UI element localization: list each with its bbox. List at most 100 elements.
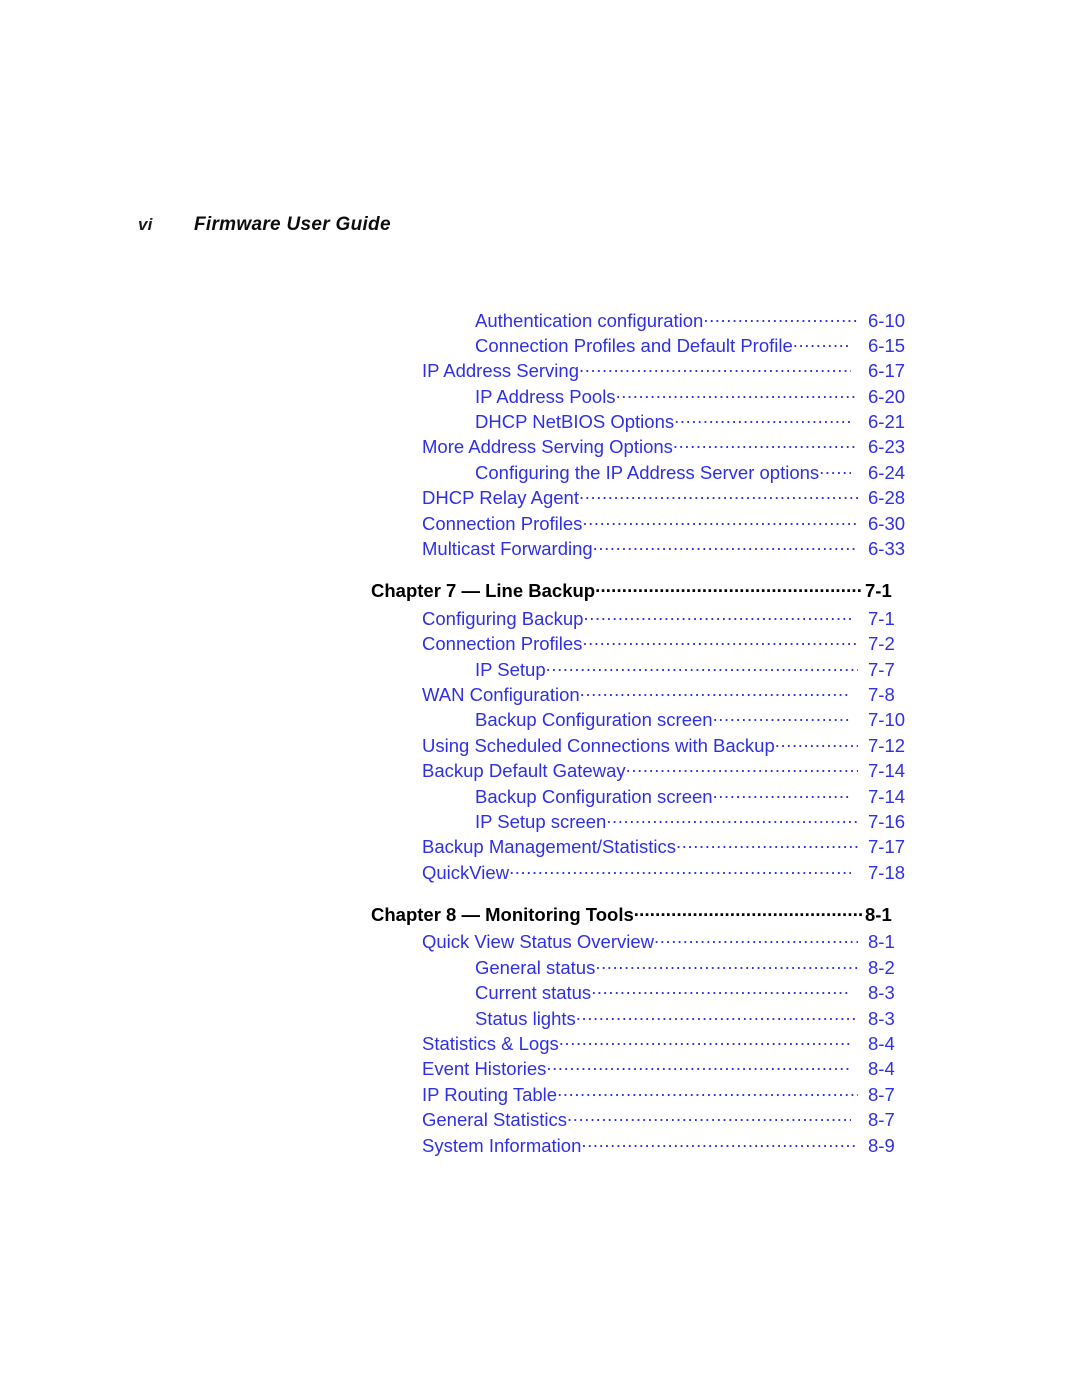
dot-leader [713,784,851,803]
toc-entry[interactable]: Status lights 8-3 [0,1006,910,1031]
toc-entry-label: General status [475,956,596,978]
toc-entry-list: Authentication configuration6-10Connecti… [0,308,910,1159]
toc-entry[interactable]: Multicast Forwarding 6-33 [0,537,910,562]
dot-leader [581,1133,858,1152]
toc-entry[interactable]: Current status 8-3 [0,981,910,1006]
toc-entry-label: DHCP Relay Agent [422,487,579,509]
toc-entry[interactable]: IP Setup 7-7 [0,657,910,682]
toc-entry-label: Connection Profiles [422,512,583,534]
toc-entry[interactable]: General Statistics 8-7 [0,1108,910,1133]
dot-leader [546,1057,851,1076]
toc-entry-label: QuickView [422,861,510,883]
dot-leader [676,835,858,854]
toc-entry-label: Connection Profiles [422,633,583,655]
dot-leader [713,708,851,727]
toc-entry-page-number: 6-20 [868,385,906,407]
toc-entry[interactable]: IP Routing Table 8-7 [0,1082,910,1107]
toc-entry[interactable]: Authentication configuration 6-10 [0,308,910,333]
toc-entry-page-number: 7-7 [868,658,895,680]
toc-entry-label: IP Address Serving [422,360,579,382]
page-header: vi Firmware User Guide [138,214,938,242]
toc-entry-label: Using Scheduled Connections with Backup [422,734,775,756]
dot-leader [674,410,851,429]
toc-entry[interactable]: QuickView 7-18 [0,860,910,885]
toc-entry-label: Backup Management/Statistics [422,836,676,858]
toc-entry-label: More Address Serving Options [422,436,673,458]
dot-leader [606,809,858,828]
toc-entry-label: Statistics & Logs [422,1033,559,1055]
toc-entry-page-number: 7-14 [868,760,906,782]
toc-entry-page-number: 7-14 [868,785,906,807]
toc-entry-label: Event Histories [422,1058,547,1080]
toc-entry[interactable]: DHCP NetBIOS Options 6-21 [0,410,910,435]
toc-entry-page-number: 7-1 [865,580,892,602]
toc-entry[interactable]: Backup Default Gateway 7-14 [0,759,910,784]
toc-entry[interactable]: Event Histories 8-4 [0,1057,910,1082]
dot-leader [775,733,858,752]
toc-entry[interactable]: Backup Management/Statistics 7-17 [0,835,910,860]
toc-chapter-entry[interactable]: Chapter 8 — Monitoring Tools 8-1 [0,903,910,928]
dot-leader [703,308,858,327]
toc-entry-page-number: 8-7 [868,1083,895,1105]
toc-entry-label: DHCP NetBIOS Options [475,411,675,433]
toc-entry-page-number: 6-17 [868,360,906,382]
toc-entry[interactable]: More Address Serving Options 6-23 [0,435,910,460]
toc-entry-label: Backup Configuration screen [475,709,713,731]
dot-leader [582,511,858,530]
toc-entry-label: IP Setup screen [475,810,607,832]
toc-entry-page-number: 6-30 [868,512,906,534]
toc-entry[interactable]: Connection Profiles 6-30 [0,511,910,536]
toc-entry-page-number: 8-2 [868,956,895,978]
dot-leader [626,759,858,778]
toc-entry[interactable]: General status 8-2 [0,955,910,980]
dot-leader [793,333,851,352]
toc-entry-page-number: 8-3 [868,982,895,1004]
toc-entry-page-number: 7-18 [868,861,906,883]
dot-leader [634,903,862,922]
toc-entry-page-number: 6-15 [868,334,906,356]
toc-entry[interactable]: DHCP Relay Agent 6-28 [0,486,910,511]
toc-entry[interactable]: Statistics & Logs 8-4 [0,1032,910,1057]
toc-entry-page-number: 8-9 [868,1134,895,1156]
toc-entry[interactable]: System Information 8-9 [0,1133,910,1158]
toc-entry[interactable]: Connection Profiles 7-2 [0,632,910,657]
toc-entry[interactable]: IP Setup screen 7-16 [0,809,910,834]
dot-leader [567,1108,851,1127]
dot-leader [595,955,858,974]
toc-entry-page-number: 6-24 [868,461,906,483]
toc-entry[interactable]: Quick View Status Overview 8-1 [0,930,910,955]
toc-entry[interactable]: Configuring Backup 7-1 [0,606,910,631]
toc-entry[interactable]: Backup Configuration screen 7-14 [0,784,910,809]
toc-entry[interactable]: Configuring the IP Address Server option… [0,460,910,485]
dot-leader [616,384,858,403]
toc-entry[interactable]: IP Address Pools 6-20 [0,384,910,409]
toc-entry-page-number: 6-10 [868,309,906,331]
dot-leader [582,632,858,651]
toc-entry-label: IP Routing Table [422,1083,558,1105]
toc-entry-label: General Statistics [422,1109,567,1131]
toc-entry-label: WAN Configuration [422,683,580,705]
toc-entry-label: IP Address Pools [475,385,616,407]
toc-entry-label: Chapter 8 — Monitoring Tools [371,904,634,926]
toc-entry[interactable]: Backup Configuration screen 7-10 [0,708,910,733]
dot-leader [673,435,858,454]
toc-entry-page-number: 8-4 [868,1033,895,1055]
dot-leader [546,657,858,676]
dot-leader [819,460,851,479]
dot-leader [593,537,858,556]
dot-leader [559,1032,851,1051]
document-title: Firmware User Guide [194,214,391,235]
toc-entry-page-number: 7-10 [868,709,906,731]
table-of-contents: Authentication configuration6-10Connecti… [0,308,1080,1159]
toc-entry-page-number: 6-23 [868,436,906,458]
toc-chapter-entry[interactable]: Chapter 7 — Line Backup 7-1 [0,579,910,604]
toc-entry-label: Backup Configuration screen [475,785,713,807]
dot-leader [580,682,851,701]
toc-entry[interactable]: IP Address Serving 6-17 [0,359,910,384]
toc-entry[interactable]: Connection Profiles and Default Profile 6… [0,333,910,358]
toc-entry[interactable]: Using Scheduled Connections with Backup 7… [0,733,910,758]
toc-entry[interactable]: WAN Configuration 7-8 [0,682,910,707]
toc-entry-label: Multicast Forwarding [422,538,593,560]
toc-entry-label: Configuring the IP Address Server option… [475,461,820,483]
toc-entry-page-number: 7-17 [868,836,906,858]
